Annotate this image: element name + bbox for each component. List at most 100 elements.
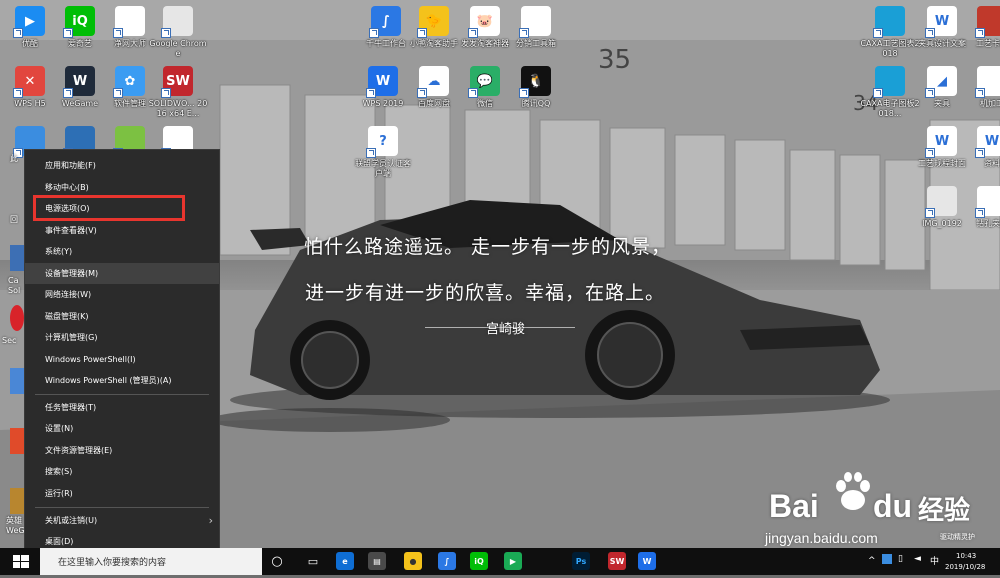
desktop-icon-chrome[interactable]: Google Chrome [148, 6, 208, 59]
menu-item-system[interactable]: 系统(Y) [25, 241, 219, 262]
shortcut-arrow-icon [63, 28, 73, 38]
partial-app-icon[interactable] [10, 368, 24, 394]
gongyi2-icon: W [925, 126, 957, 158]
baidu-paw-icon [836, 472, 870, 510]
desktop-icon-ziliao[interactable]: W 资料 [962, 126, 1000, 169]
iqiyi-icon: iQ [63, 6, 95, 38]
jiagong-icon [975, 66, 1000, 98]
photoshop-icon[interactable]: Ps [572, 552, 590, 570]
menu-item-powershell-admin[interactable]: Windows PowerShell (管理员)(A) [25, 370, 219, 391]
watermark-brand: Bai [769, 488, 819, 524]
clock-time[interactable]: 10:43 [956, 552, 976, 560]
xiaoya-icon[interactable]: ● [404, 552, 422, 570]
baidupan-icon: ☁ [417, 66, 449, 98]
partial-app-icon[interactable] [10, 488, 24, 514]
menu-item-settings[interactable]: 设置(N) [25, 418, 219, 439]
desktop-icon-caxa2[interactable]: CAXA电子图板2018... [860, 66, 920, 119]
desktop-icon-solidworks[interactable]: SW SOLIDWO... 2016 x64 E... [148, 66, 208, 119]
shortcut-arrow-icon [925, 148, 935, 158]
watermark-small: 驱动精灵护 [940, 534, 975, 541]
solidworks-icon: SW [161, 66, 193, 98]
menu-separator [35, 507, 209, 508]
menu-item-task-manager[interactable]: 任务管理器(T) [25, 397, 219, 418]
volume-icon[interactable]: ◄ [914, 554, 921, 564]
menu-item-powershell[interactable]: Windows PowerShell(I) [25, 349, 219, 370]
watermark-brand2: du [873, 488, 913, 524]
shortcut-arrow-icon [519, 88, 529, 98]
partial-icon-label: 英雄 WeG [6, 516, 25, 535]
edge-icon[interactable]: e [336, 552, 354, 570]
baidu-watermark: Bai du 经验 jingyan.baidu.com 驱动精灵护 [765, 470, 1000, 546]
desktop-icon-label: Google Chrome [149, 39, 207, 58]
taskbar-search-box[interactable]: 在这里输入你要搜索的内容 [40, 548, 262, 575]
watermark-url: jingyan.baidu.com [765, 530, 878, 546]
chevron-right-icon: › [208, 514, 213, 527]
lianmeng-icon: ? [366, 126, 398, 158]
menu-item-apps-features[interactable]: 应用和功能(F) [25, 155, 219, 176]
jiaju-icon: W [925, 6, 957, 38]
xiaoya-icon: 🐤 [417, 6, 449, 38]
shortcut-arrow-icon [161, 88, 171, 98]
partial-app-icon[interactable] [10, 245, 24, 271]
softmgr-icon: ✿ [113, 66, 145, 98]
menu-separator [35, 394, 209, 395]
partial-icon-label: Ca Sol [8, 276, 21, 295]
chevron-up-icon[interactable]: ^ [868, 556, 876, 566]
clock-date[interactable]: 2019/10/28 [945, 563, 985, 571]
shortcut-arrow-icon [417, 88, 427, 98]
start-button[interactable] [4, 550, 38, 574]
desktop-icon-jiagong[interactable]: 机加工 [962, 66, 1000, 109]
desktop-icon-lianmeng[interactable]: ? 联盟学员认证客户端 [353, 126, 413, 179]
wallpaper-quote-author: 宫崎骏 [486, 322, 526, 337]
shortcut-arrow-icon [925, 208, 935, 218]
menu-item-shutdown[interactable]: 关机或注销(U) › [25, 510, 219, 531]
desktop-icon-gongyi1[interactable]: 工艺卡片 [962, 6, 1000, 49]
jiaju2-icon: ◢ [925, 66, 957, 98]
shortcut-arrow-icon [975, 28, 985, 38]
ziliao-icon: W [975, 126, 1000, 158]
shortcut-arrow-icon [925, 28, 935, 38]
player-icon[interactable]: ▶ [504, 552, 522, 570]
iqiyi-icon[interactable]: iQ [470, 552, 488, 570]
desktop-icon-label: 资料 [984, 159, 1000, 168]
task-view-icon[interactable]: ▭ [304, 552, 322, 570]
desktop-icon-caxa[interactable]: CAXA工艺图表2018 [860, 6, 920, 59]
shortcut-arrow-icon [468, 28, 478, 38]
qq-icon: 🐧 [519, 66, 551, 98]
fafa-icon: 🐷 [468, 6, 500, 38]
network-icon[interactable]: ▯ [898, 554, 903, 564]
shortcut-arrow-icon [63, 88, 73, 98]
taskbar: 在这里输入你要搜索的内容 ○ ▭ e ▤ ● ∫ iQ ▶ Ps SW W ^ … [0, 548, 1000, 575]
youku-icon: ▶ [13, 6, 45, 38]
desktop-icon-qq[interactable]: 🐧 腾讯QQ [506, 66, 566, 109]
wpsh5-icon: ✕ [13, 66, 45, 98]
caxa-icon [873, 6, 905, 38]
menu-item-computer-management[interactable]: 计算机管理(G) [25, 327, 219, 348]
menu-item-network-connections[interactable]: 网络连接(W) [25, 284, 219, 305]
menu-item-device-manager[interactable]: 设备管理器(M) [25, 263, 219, 284]
store-icon[interactable]: ▤ [368, 552, 386, 570]
solidworks-icon[interactable]: SW [608, 552, 626, 570]
shortcut-arrow-icon [468, 88, 478, 98]
cortana-icon[interactable]: ○ [268, 552, 286, 570]
partial-app-icon[interactable] [10, 305, 24, 331]
partial-app-icon[interactable] [10, 428, 24, 454]
menu-item-file-explorer[interactable]: 文件资源管理器(E) [25, 440, 219, 461]
desktop-icon-jiaju3[interactable]: 钻孔夹具 [962, 186, 1000, 229]
shortcut-arrow-icon [13, 88, 23, 98]
shortcut-arrow-icon [417, 28, 427, 38]
kingsoft-icon[interactable]: ∫ [438, 552, 456, 570]
ime-icon[interactable]: 中 [930, 554, 939, 567]
jiaju3-icon [975, 186, 1000, 218]
img-icon [925, 186, 957, 218]
menu-item-event-viewer[interactable]: 事件查看器(V) [25, 220, 219, 241]
wps-icon[interactable]: W [638, 552, 656, 570]
desktop-icon-fenxiao[interactable]: 分销工具箱 [506, 6, 566, 49]
shortcut-arrow-icon [366, 148, 376, 158]
tray-app-icon[interactable] [882, 554, 892, 564]
partial-icon-label: Sec [2, 336, 17, 345]
menu-item-run[interactable]: 运行(R) [25, 483, 219, 504]
desktop-icon-label: 工艺卡片 [976, 39, 1000, 48]
menu-item-search[interactable]: 搜索(S) [25, 461, 219, 482]
menu-item-disk-management[interactable]: 磁盘管理(K) [25, 306, 219, 327]
